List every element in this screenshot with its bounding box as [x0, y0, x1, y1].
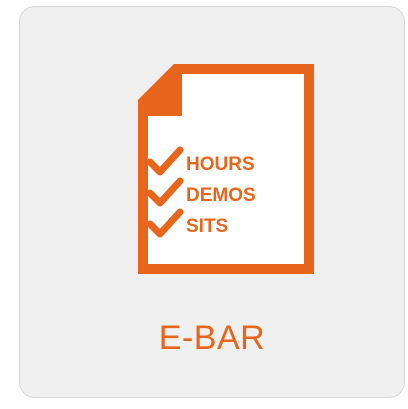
- tile-label: E-BAR: [158, 319, 266, 357]
- checklist-document-icon: HOURS DEMOS SITS: [138, 64, 314, 274]
- checklist-item-hours: HOURS: [186, 154, 255, 175]
- e-bar-tile[interactable]: HOURS DEMOS SITS E-BAR: [19, 6, 405, 398]
- checklist-item-sits: SITS: [186, 216, 228, 237]
- checklist-item-demos: DEMOS: [186, 185, 256, 206]
